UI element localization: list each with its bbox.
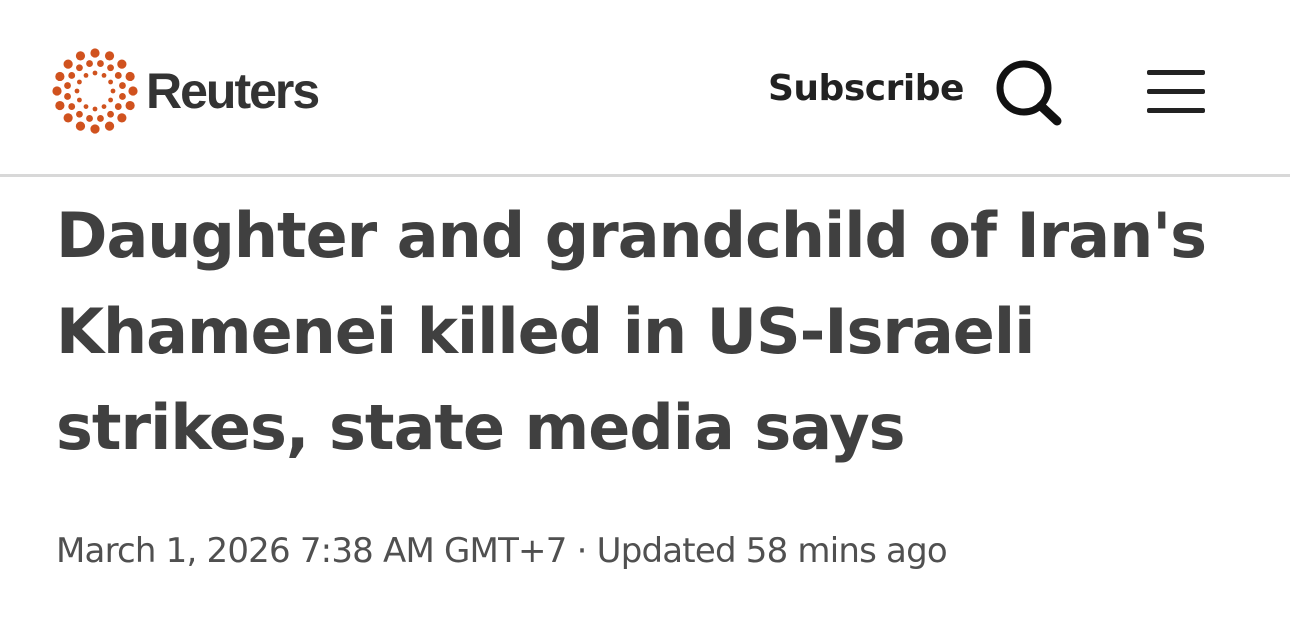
logo-dot [64, 93, 71, 100]
logo-dot [90, 124, 100, 134]
reuters-logo-icon [52, 48, 138, 134]
logo-dot [107, 110, 114, 118]
search-icon [996, 60, 1062, 126]
logo-dot [77, 79, 82, 85]
logo-dot [90, 48, 100, 58]
logo-dot [114, 72, 122, 79]
header-divider [0, 174, 1290, 177]
logo-dot [108, 97, 113, 103]
logo-dot [75, 121, 86, 131]
logo-dot [83, 73, 89, 78]
updated-time: Updated 58 mins ago [596, 531, 948, 571]
logo-dot [52, 86, 62, 96]
logo-dot [117, 113, 127, 123]
publish-date: March 1, 2026 7:38 AM GMT+7 [56, 531, 567, 571]
logo-dot [97, 60, 104, 67]
logo-dot [125, 100, 135, 111]
menu-button[interactable] [1142, 66, 1210, 118]
logo-dot [108, 79, 113, 85]
logo-dot [128, 86, 138, 96]
logo-dot [114, 103, 122, 110]
reuters-logo-link[interactable]: Reuters [52, 46, 320, 136]
logo-dot [63, 113, 73, 123]
logo-dot [86, 115, 93, 122]
logo-dot [107, 64, 114, 72]
logo-dot [104, 51, 115, 61]
site-header: Reuters Subscribe [0, 0, 1290, 175]
logo-dot [119, 82, 126, 89]
logo-dot [68, 103, 76, 110]
hamburger-menu-icon [1147, 70, 1205, 113]
logo-dot [125, 71, 135, 82]
article-meta: March 1, 2026 7:38 AM GMT+7 · Updated 58… [56, 528, 948, 574]
logo-dot [83, 104, 89, 109]
logo-dot [104, 121, 115, 131]
meta-separator: · [576, 531, 588, 571]
logo-dot [97, 115, 104, 122]
logo-dot [75, 51, 86, 61]
brand-name: Reuters [146, 63, 320, 119]
logo-dot [68, 72, 76, 79]
logo-dot [55, 100, 65, 111]
logo-dot [63, 59, 73, 69]
article-headline: Daughter and grandchild of Iran's Khamen… [56, 199, 1207, 464]
logo-dot [76, 110, 83, 118]
logo-dot [77, 97, 82, 103]
logo-dot [110, 88, 116, 94]
search-button[interactable] [994, 58, 1066, 128]
logo-dot [117, 59, 127, 69]
logo-dot [64, 82, 71, 89]
subscribe-button[interactable]: Subscribe [768, 66, 964, 112]
logo-dot [92, 70, 98, 76]
logo-dot [86, 60, 93, 67]
logo-dot [55, 71, 65, 82]
logo-dot [76, 64, 83, 72]
logo-dot [119, 93, 126, 100]
logo-dot [101, 73, 107, 78]
logo-dot [101, 104, 107, 109]
logo-dot [92, 106, 98, 112]
article-page: Reuters Subscribe Daughter and grandchil… [0, 0, 1290, 627]
logo-dot [74, 88, 80, 94]
